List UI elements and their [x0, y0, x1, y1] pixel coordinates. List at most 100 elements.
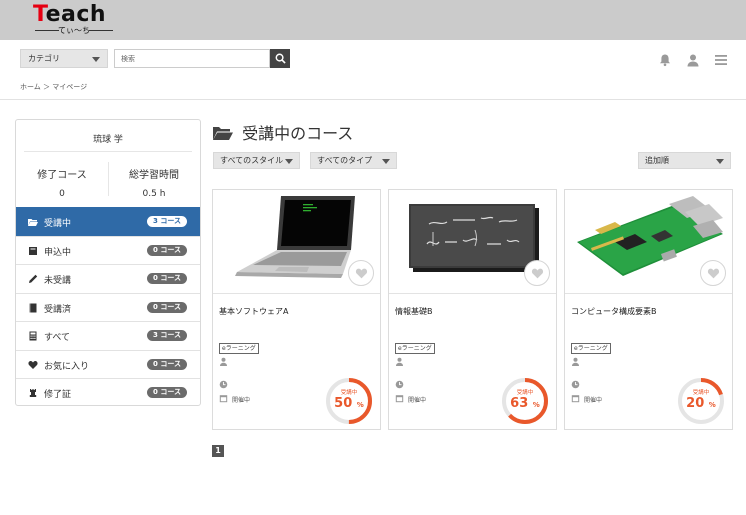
- course-thumbnail-laptop[interactable]: [213, 190, 380, 293]
- sidebar-item-label: お気に入り: [44, 361, 90, 372]
- clock-icon: [219, 380, 228, 389]
- divider: [565, 293, 732, 294]
- clock-icon: [395, 380, 404, 389]
- chevron-down-icon: [285, 159, 293, 164]
- count-badge: 0 コース: [147, 301, 187, 313]
- course-status: 開催中: [584, 397, 603, 404]
- progress-ring: 受講中 20 %: [676, 376, 726, 426]
- search-button[interactable]: [270, 49, 290, 68]
- course-type-tag: eラーニング: [395, 343, 435, 354]
- hamburger-menu-icon[interactable]: [714, 53, 728, 67]
- course-title[interactable]: 情報基礎B: [395, 306, 433, 317]
- logo-subtitle: てぃ〜ち: [33, 25, 115, 36]
- chevron-down-icon: [92, 57, 100, 62]
- count-badge: 0 コース: [147, 387, 187, 398]
- sidebar-item-in-progress[interactable]: 受講中 3 コース: [16, 207, 200, 236]
- completed-label: 修了コース: [37, 170, 87, 181]
- progress-value: 50 %: [324, 396, 374, 411]
- course-thumbnail-chalkboard[interactable]: [389, 190, 556, 293]
- book-icon: [29, 246, 37, 255]
- sidebar-item-completed[interactable]: 受講済 0 コース: [16, 292, 200, 322]
- course-card[interactable]: 情報基礎B eラーニング 開催中 受講中 63 %: [388, 189, 557, 430]
- chevron-down-icon: [716, 159, 724, 164]
- course-thumbnail-circuit-board[interactable]: [565, 190, 732, 293]
- chess-icon: [29, 389, 37, 397]
- category-dropdown[interactable]: カテゴリ: [20, 49, 108, 68]
- breadcrumb[interactable]: ホーム ＞ マイページ: [20, 82, 87, 92]
- course-title[interactable]: 基本ソフトウェアA: [219, 306, 288, 317]
- count-badge: 0 コース: [147, 273, 187, 284]
- type-filter-dropdown[interactable]: すべてのタイプ: [310, 152, 397, 169]
- sidebar-item-applied[interactable]: 申込中 0 コース: [16, 235, 200, 265]
- sidebar-item-all[interactable]: すべて 3 コース: [16, 321, 200, 350]
- course-type-tag: eラーニング: [219, 343, 259, 354]
- favorite-button[interactable]: [348, 260, 374, 286]
- search-input[interactable]: [114, 49, 270, 68]
- sidebar: 琉球 学 修了コース 0 総学習時間 0.5 h 受講中 3 コース 申込中 0…: [15, 119, 201, 406]
- top-banner: Teach てぃ〜ち: [0, 0, 746, 40]
- clock-icon: [571, 380, 580, 389]
- heart-icon: [28, 360, 38, 369]
- progress-number: 50: [334, 396, 353, 411]
- pagination-page-button[interactable]: 1: [212, 445, 224, 457]
- user-icon: [396, 357, 403, 366]
- course-card[interactable]: コンピュータ構成要素B eラーニング 開催中 受講中 20 %: [564, 189, 733, 430]
- sidebar-nav: 受講中 3 コース 申込中 0 コース 未受講 0 コース 受講済 0 コース …: [16, 207, 200, 407]
- hours-value: 0.5 h: [142, 189, 166, 199]
- sidebar-item-not-started[interactable]: 未受講 0 コース: [16, 264, 200, 293]
- user-icon: [220, 357, 227, 366]
- sort-label: 追加順: [645, 156, 669, 165]
- progress-number: 63: [510, 396, 529, 411]
- pencil-icon: [29, 274, 38, 283]
- header-divider: [0, 99, 746, 100]
- completed-value: 0: [59, 189, 65, 199]
- course-status: 開催中: [408, 397, 427, 404]
- hours-label: 総学習時間: [129, 170, 179, 181]
- count-badge: 0 コース: [147, 244, 187, 256]
- course-type-tag: eラーニング: [571, 343, 611, 354]
- folder-open-icon: [213, 127, 233, 140]
- progress-label: 受講中: [516, 390, 534, 396]
- sidebar-item-favorites[interactable]: お気に入り 0 コース: [16, 349, 200, 379]
- divider: [24, 151, 192, 152]
- page-title-text: 受講中のコース: [242, 124, 354, 143]
- heart-icon: [707, 268, 720, 279]
- progress-ring: 受講中 63 %: [500, 376, 550, 426]
- sort-dropdown[interactable]: 追加順: [638, 152, 731, 169]
- page-title: 受講中のコース: [213, 120, 353, 144]
- user-icon: [572, 357, 579, 366]
- calendar-icon: [395, 395, 404, 403]
- favorite-button[interactable]: [700, 260, 726, 286]
- divider: [389, 293, 556, 294]
- sidebar-item-label: 申込中: [44, 247, 72, 258]
- user-name: 琉球 学: [93, 135, 123, 145]
- calendar-icon: [571, 395, 580, 403]
- style-filter-dropdown[interactable]: すべてのスタイル: [213, 152, 300, 169]
- style-filter-label: すべてのスタイル: [220, 156, 284, 165]
- course-card[interactable]: 基本ソフトウェアA eラーニング 開催中 受講中 50 %: [212, 189, 381, 430]
- progress-ring: 受講中 50 %: [324, 376, 374, 426]
- sidebar-item-label: 受講済: [44, 304, 72, 315]
- completed-courses-stat: 修了コース 0: [16, 166, 108, 199]
- bell-icon[interactable]: [658, 53, 672, 67]
- folder-open-icon: [28, 219, 38, 226]
- percent-sign: %: [356, 401, 364, 409]
- heart-icon: [355, 268, 368, 279]
- progress-value: 20 %: [676, 396, 726, 411]
- course-status: 開催中: [232, 397, 251, 404]
- progress-number: 20: [686, 396, 705, 411]
- site-logo[interactable]: Teach てぃ〜ち: [33, 4, 117, 36]
- course-title[interactable]: コンピュータ構成要素B: [571, 306, 657, 317]
- count-badge: 3 コース: [147, 216, 187, 227]
- calendar-icon: [219, 395, 228, 403]
- progress-value: 63 %: [500, 396, 550, 411]
- sidebar-item-label: 未受講: [44, 276, 72, 286]
- book-closed-icon: [29, 303, 37, 312]
- user-icon[interactable]: [686, 53, 700, 67]
- sidebar-item-certificates[interactable]: 修了証 0 コース: [16, 378, 200, 407]
- chevron-down-icon: [382, 159, 390, 164]
- progress-label: 受講中: [692, 390, 710, 396]
- favorite-button[interactable]: [524, 260, 550, 286]
- count-badge: 3 コース: [147, 330, 187, 341]
- divider: [213, 293, 380, 294]
